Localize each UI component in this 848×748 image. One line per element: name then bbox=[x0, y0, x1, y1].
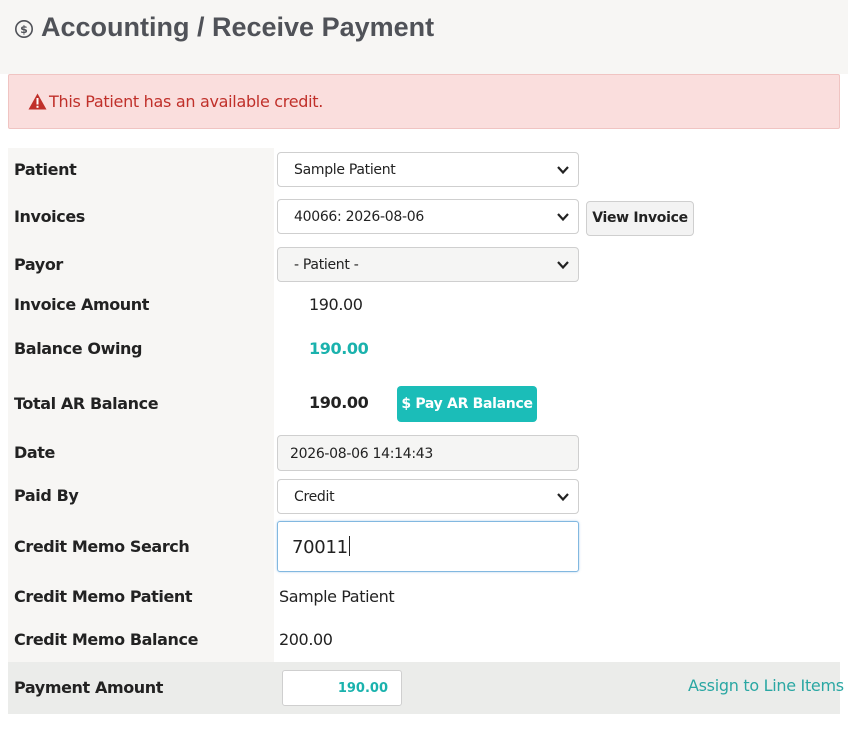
credit-memo-search-label: Credit Memo Search bbox=[14, 537, 190, 556]
patient-label: Patient bbox=[14, 160, 77, 179]
payor-select[interactable]: - Patient - bbox=[277, 247, 579, 282]
assign-to-line-items-link[interactable]: Assign to Line Items bbox=[688, 676, 844, 695]
paid-by-select-value: Credit bbox=[294, 489, 335, 505]
svg-text:$: $ bbox=[20, 23, 28, 36]
payment-amount-input[interactable]: 190.00 bbox=[282, 670, 402, 706]
warning-triangle-icon bbox=[28, 93, 47, 110]
total-ar-balance-value: 190.00 bbox=[309, 393, 369, 412]
invoices-select-value: 40066: 2026-08-06 bbox=[294, 209, 424, 225]
credit-memo-patient-label: Credit Memo Patient bbox=[14, 587, 193, 606]
balance-owing-label: Balance Owing bbox=[14, 339, 143, 358]
page-title: Accounting / Receive Payment bbox=[41, 12, 435, 42]
total-ar-balance-label: Total AR Balance bbox=[14, 394, 159, 413]
payment-amount-label: Payment Amount bbox=[14, 678, 164, 697]
date-field[interactable]: 2026-08-06 14:14:43 bbox=[277, 435, 579, 471]
text-cursor bbox=[348, 536, 350, 556]
paid-by-select[interactable]: Credit bbox=[277, 479, 579, 514]
alert-message: This Patient has an available credit. bbox=[49, 92, 324, 111]
credit-memo-search-value: 70011 bbox=[292, 537, 348, 558]
payor-label: Payor bbox=[14, 255, 63, 274]
credit-memo-balance-value: 200.00 bbox=[279, 630, 333, 649]
patient-select[interactable]: Sample Patient bbox=[277, 152, 579, 187]
credit-memo-balance-label: Credit Memo Balance bbox=[14, 630, 199, 649]
chevron-down-icon bbox=[557, 213, 569, 222]
patient-select-value: Sample Patient bbox=[294, 162, 396, 178]
chevron-down-icon bbox=[557, 166, 569, 175]
invoices-select[interactable]: 40066: 2026-08-06 bbox=[277, 199, 579, 234]
chevron-down-icon bbox=[557, 493, 569, 502]
chevron-down-icon bbox=[557, 261, 569, 270]
pay-ar-balance-button[interactable]: $ Pay AR Balance bbox=[397, 386, 537, 422]
view-invoice-button[interactable]: View Invoice bbox=[586, 201, 694, 236]
payment-amount-value: 190.00 bbox=[337, 681, 388, 696]
date-label: Date bbox=[14, 443, 55, 462]
dollar-circle-icon: $ bbox=[15, 20, 33, 38]
paid-by-label: Paid By bbox=[14, 486, 79, 505]
balance-owing-value: 190.00 bbox=[309, 339, 369, 358]
payor-select-value: - Patient - bbox=[294, 257, 359, 273]
invoice-amount-value: 190.00 bbox=[309, 295, 363, 314]
credit-memo-patient-value: Sample Patient bbox=[279, 587, 395, 606]
credit-memo-search-input[interactable]: 70011 bbox=[277, 521, 579, 572]
date-field-value: 2026-08-06 14:14:43 bbox=[290, 446, 433, 462]
page-header: $ Accounting / Receive Payment bbox=[0, 0, 848, 74]
invoices-label: Invoices bbox=[14, 207, 85, 226]
invoice-amount-label: Invoice Amount bbox=[14, 295, 150, 314]
credit-alert: This Patient has an available credit. bbox=[8, 74, 840, 129]
